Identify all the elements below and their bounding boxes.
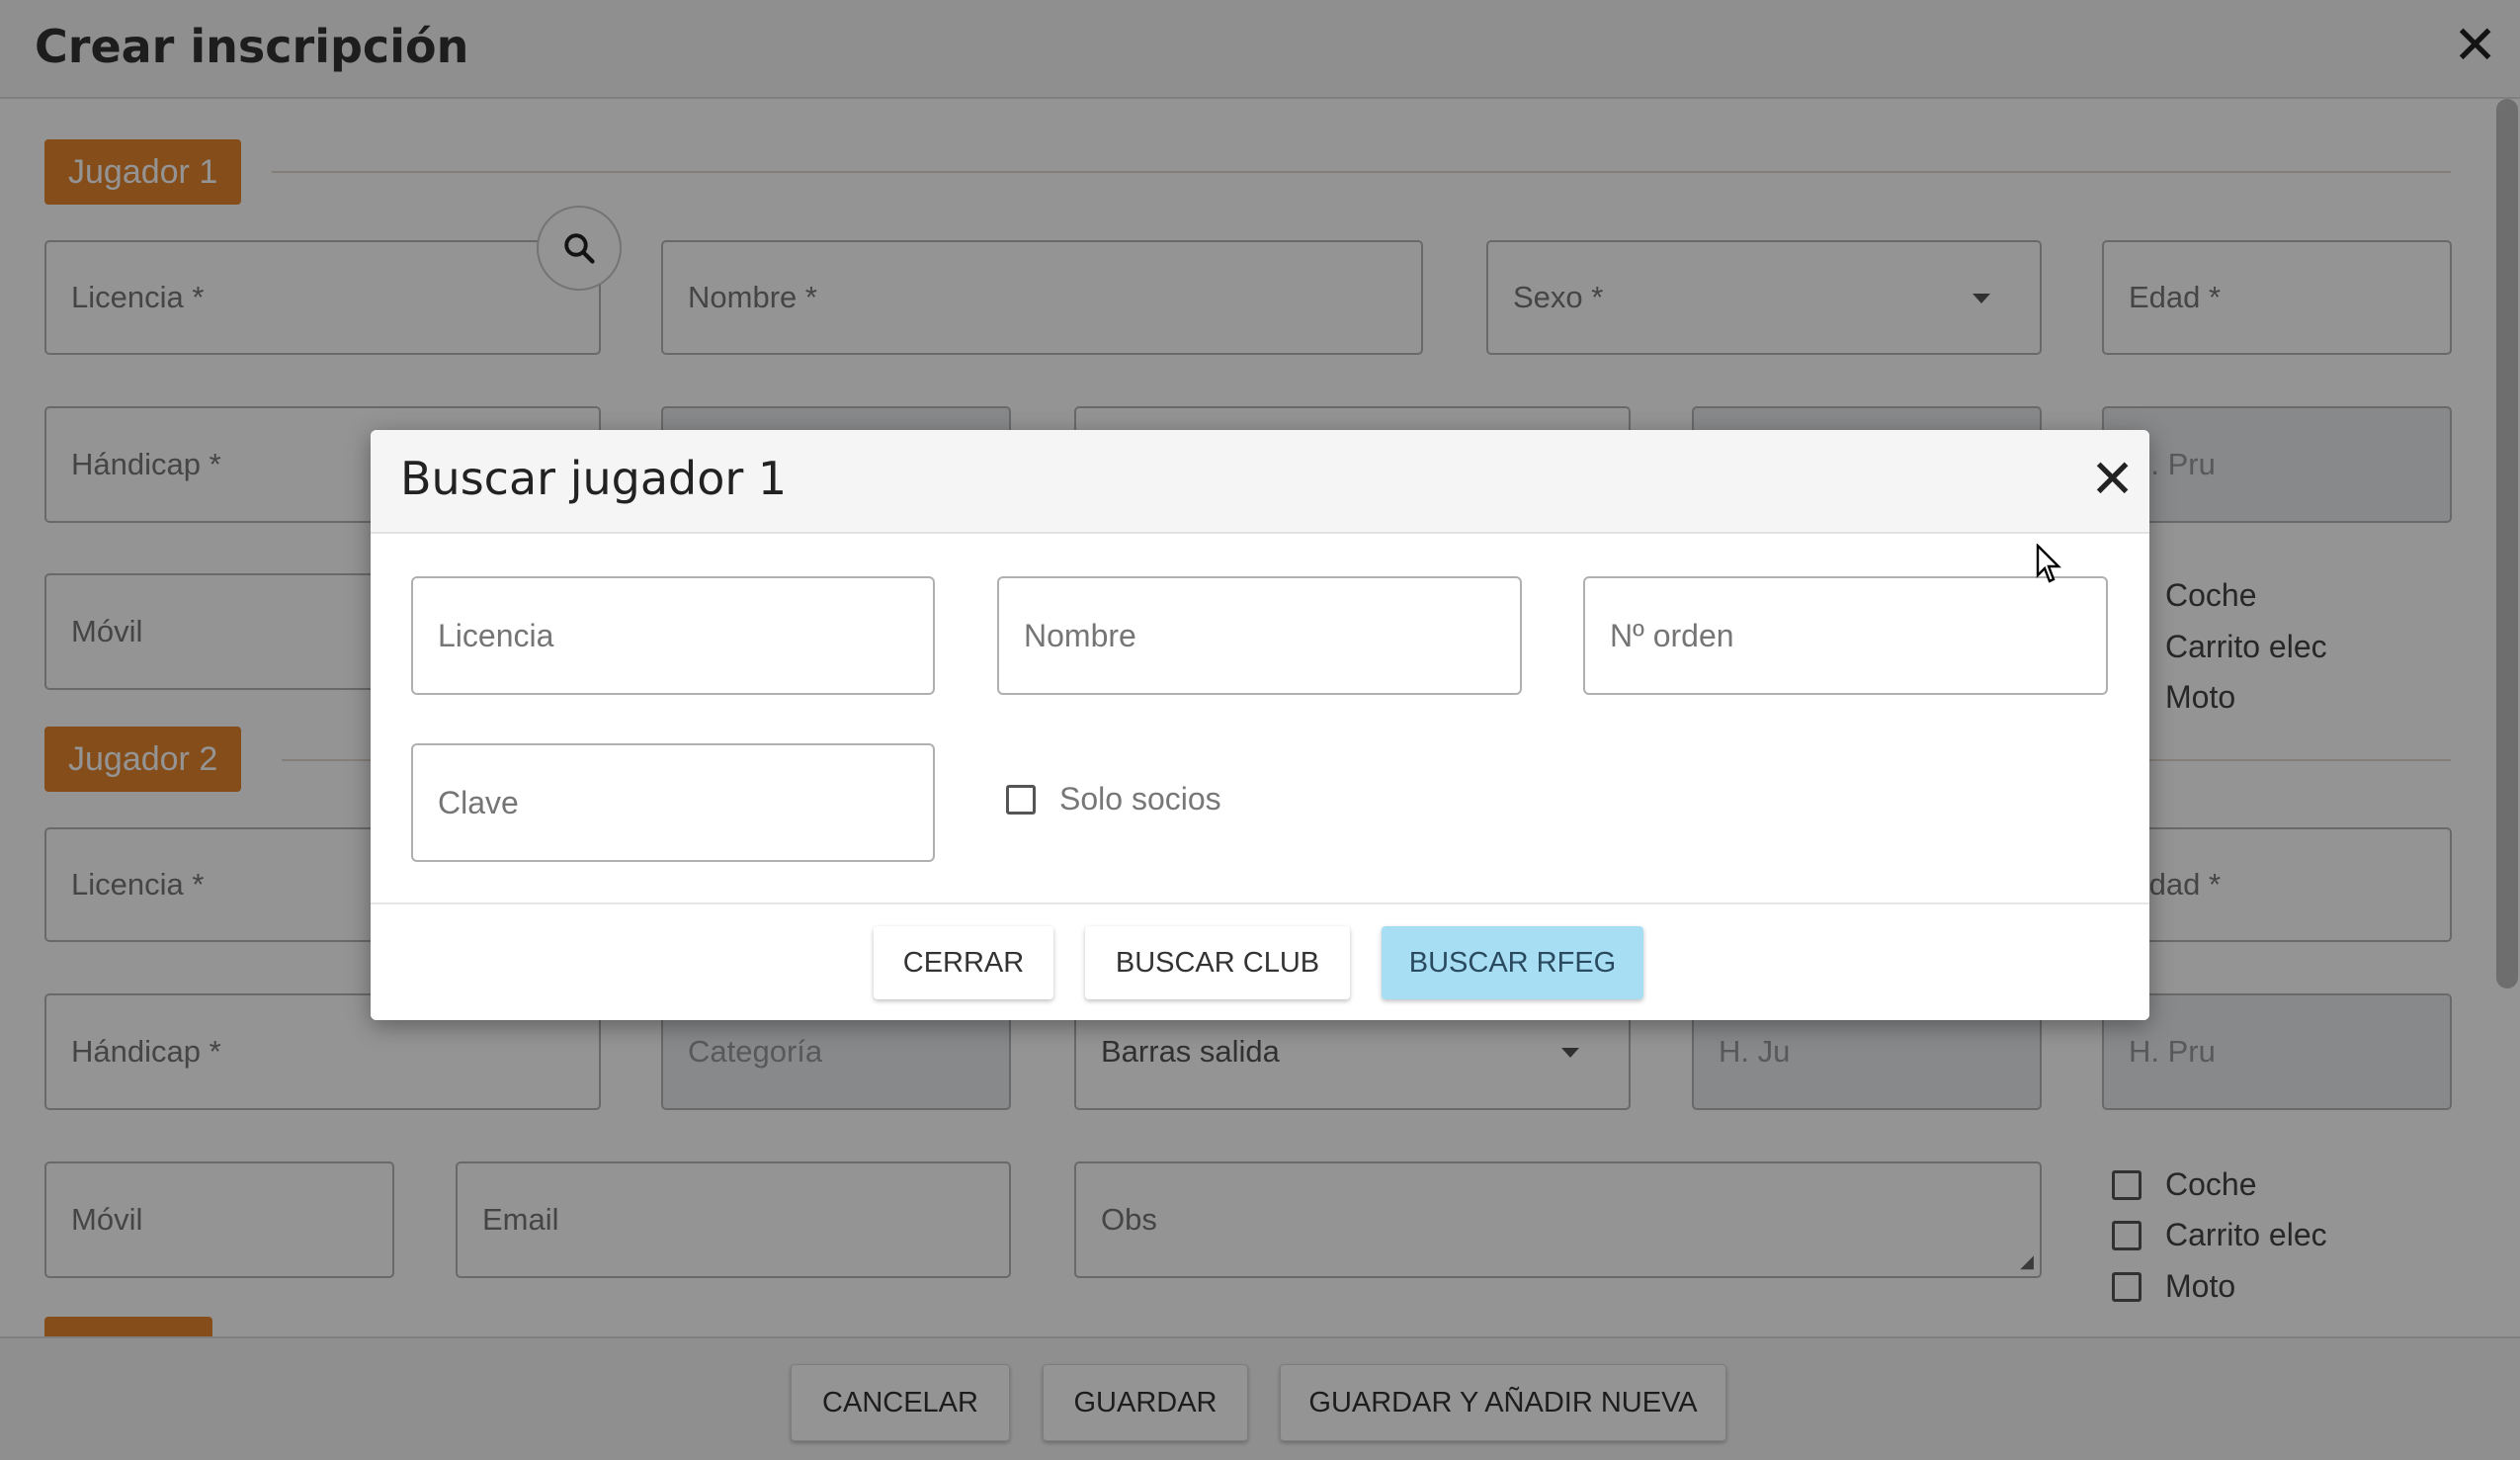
cerrar-button[interactable]: CERRAR <box>874 926 1053 999</box>
buscar-rfeg-button[interactable]: BUSCAR RFEG <box>1382 926 1643 999</box>
close-icon[interactable]: ✕ <box>2090 448 2135 510</box>
orden-input[interactable] <box>1583 576 2108 695</box>
mouse-pointer-icon <box>2036 544 2061 583</box>
nombre-input[interactable] <box>997 576 1522 695</box>
checkbox-icon <box>1006 784 1036 815</box>
licencia-input[interactable] <box>411 576 935 695</box>
clave-input[interactable] <box>411 743 935 862</box>
solo-socios-label: Solo socios <box>1059 781 1221 816</box>
search-player-modal: Buscar jugador 1 ✕ Solo socios CERRAR BU… <box>371 430 2149 1020</box>
modal-title: Buscar jugador 1 <box>400 452 788 505</box>
buscar-club-button[interactable]: BUSCAR CLUB <box>1085 926 1350 999</box>
solo-socios-checkbox[interactable]: Solo socios <box>1006 781 1221 817</box>
modal-header: Buscar jugador 1 ✕ <box>371 430 2149 534</box>
